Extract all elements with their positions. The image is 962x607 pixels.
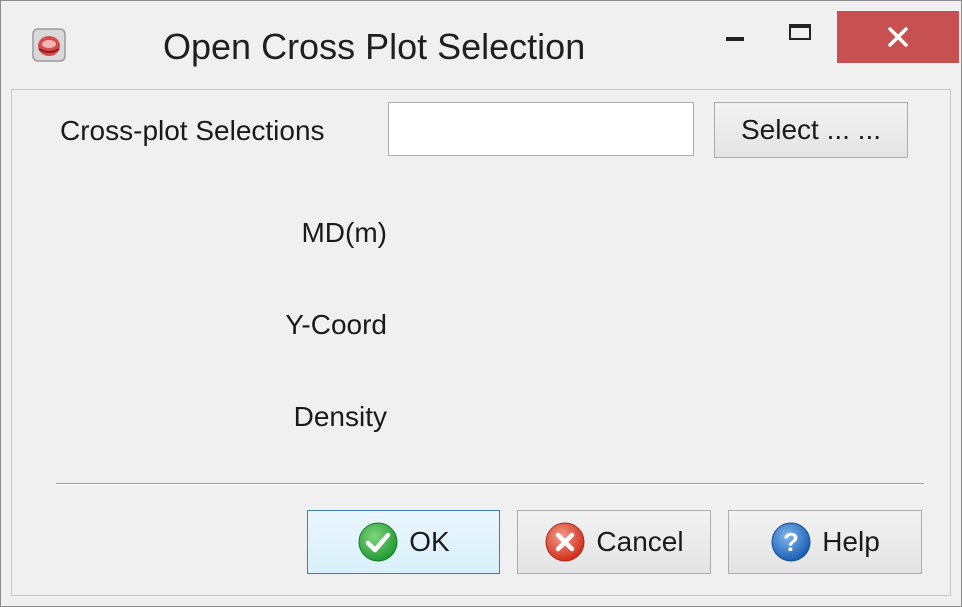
density-label: Density bbox=[293, 401, 387, 432]
minimize-button[interactable] bbox=[706, 11, 764, 59]
cancel-icon bbox=[545, 522, 585, 562]
md-label: MD(m) bbox=[301, 217, 387, 248]
window-title: Open Cross Plot Selection bbox=[163, 26, 586, 67]
minimize-icon bbox=[726, 37, 744, 41]
check-icon bbox=[358, 522, 398, 562]
question-icon: ? bbox=[771, 522, 811, 562]
select-button[interactable]: Select ... ... bbox=[714, 102, 908, 158]
ok-button[interactable]: OK bbox=[307, 510, 500, 574]
svg-text:?: ? bbox=[783, 527, 799, 557]
cross-plot-selections-label: Cross-plot Selections bbox=[60, 115, 325, 146]
cancel-button[interactable]: Cancel bbox=[517, 510, 711, 574]
help-button[interactable]: ? Help bbox=[728, 510, 922, 574]
cross-plot-selections-input[interactable] bbox=[388, 102, 694, 156]
dialog-window: Open Cross Plot Selection Cross-plot Sel… bbox=[0, 0, 962, 607]
cancel-label: Cancel bbox=[596, 526, 684, 557]
maximize-button[interactable] bbox=[771, 11, 829, 59]
dialog-content: Cross-plot Selections Select ... ... MD(… bbox=[11, 89, 951, 596]
ok-label: OK bbox=[409, 526, 450, 557]
app-icon bbox=[32, 28, 66, 62]
close-icon bbox=[888, 27, 908, 47]
close-button[interactable] bbox=[837, 11, 959, 63]
separator bbox=[56, 483, 924, 485]
title-bar[interactable]: Open Cross Plot Selection bbox=[1, 1, 961, 89]
maximize-icon bbox=[789, 24, 811, 40]
help-label: Help bbox=[822, 526, 880, 557]
y-coord-label: Y-Coord bbox=[285, 309, 387, 340]
